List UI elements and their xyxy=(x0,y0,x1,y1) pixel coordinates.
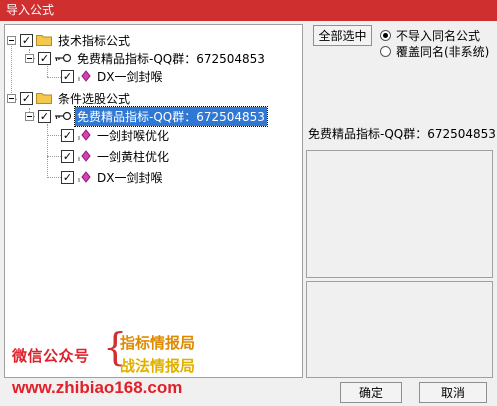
tree-node-label: 技术指标公式 xyxy=(58,33,131,48)
title-bar: 导入公式 xyxy=(0,0,497,21)
tree-node-group-1[interactable]: ✓ 免费精品指标-QQ群：672504853 xyxy=(25,48,267,68)
collapse-expander[interactable] xyxy=(7,93,16,103)
tree-node-group-2[interactable]: ✓ 免费精品指标-QQ群：672504853 xyxy=(25,105,268,127)
node-checkbox[interactable]: ✓ xyxy=(61,69,74,83)
ok-label: 确定 xyxy=(358,386,383,400)
ok-button[interactable]: 确定 xyxy=(340,382,402,403)
tree-node-formula-2[interactable]: ✓ 一剑封喉优化 xyxy=(61,125,171,145)
collapse-expander[interactable] xyxy=(25,53,34,63)
formula-tree[interactable]: ✓ 技术指标公式 ✓ 免费精品指标-QQ群：672504853 ✓ DX一剑封喉… xyxy=(4,24,303,378)
selected-formula-name: 免费精品指标-QQ群：672504853 xyxy=(308,127,496,141)
formula-icon xyxy=(78,150,91,162)
node-checkbox[interactable]: ✓ xyxy=(20,33,33,47)
node-checkbox[interactable]: ✓ xyxy=(61,170,74,184)
collapse-expander[interactable] xyxy=(7,35,16,45)
select-all-button[interactable]: 全部选中 xyxy=(313,25,372,46)
node-checkbox[interactable]: ✓ xyxy=(38,109,51,123)
radio-skip-duplicates[interactable]: 不导入同名公式 xyxy=(380,27,480,44)
tree-node-label: 一剑黄柱优化 xyxy=(97,149,170,164)
formula-icon xyxy=(78,171,91,183)
node-checkbox[interactable]: ✓ xyxy=(61,128,74,142)
description-panel xyxy=(306,150,493,278)
tree-node-label-selected: 免费精品指标-QQ群：672504853 xyxy=(74,105,268,127)
radio-label: 不导入同名公式 xyxy=(396,29,481,43)
watermark-url: www.zhibiao168.com xyxy=(12,378,183,397)
node-checkbox[interactable]: ✓ xyxy=(38,51,51,65)
tree-node-label: 条件选股公式 xyxy=(58,91,131,106)
collapse-expander[interactable] xyxy=(25,111,34,121)
cancel-label: 取消 xyxy=(440,386,465,400)
tree-node-label: 免费精品指标-QQ群：672504853 xyxy=(77,51,265,66)
folder-icon xyxy=(36,93,52,104)
key-icon xyxy=(55,53,72,63)
radio-button[interactable] xyxy=(380,46,391,57)
cancel-button[interactable]: 取消 xyxy=(419,382,487,403)
radio-button[interactable] xyxy=(380,30,391,41)
formula-icon xyxy=(78,129,91,141)
key-icon xyxy=(55,111,72,121)
tree-node-indicator-formulas[interactable]: ✓ 技术指标公式 xyxy=(7,30,132,50)
detail-panel xyxy=(306,281,493,378)
node-checkbox[interactable]: ✓ xyxy=(20,91,33,105)
window-title: 导入公式 xyxy=(6,3,55,17)
watermark-gzh: 微信公众号 xyxy=(12,347,90,365)
tree-node-formula-3[interactable]: ✓ 一剑黄柱优化 xyxy=(61,146,171,166)
radio-label: 覆盖同名(非系统) xyxy=(396,45,490,59)
watermark-line1: 指标情报局 xyxy=(120,334,196,352)
tree-node-formula-1[interactable]: ✓ DX一剑封喉 xyxy=(61,66,164,86)
select-all-label: 全部选中 xyxy=(318,29,367,43)
folder-icon xyxy=(36,35,52,46)
watermark-line2: 战法情报局 xyxy=(120,357,196,375)
node-checkbox[interactable]: ✓ xyxy=(61,149,74,163)
radio-overwrite-duplicates[interactable]: 覆盖同名(非系统) xyxy=(380,43,489,60)
tree-node-label: DX一剑封喉 xyxy=(97,170,163,185)
tree-node-formula-4[interactable]: ✓ DX一剑封喉 xyxy=(61,167,164,187)
tree-node-label: 一剑封喉优化 xyxy=(97,128,170,143)
tree-node-screening-formulas[interactable]: ✓ 条件选股公式 xyxy=(7,88,132,108)
formula-icon xyxy=(78,70,91,82)
tree-node-label: DX一剑封喉 xyxy=(97,69,163,84)
